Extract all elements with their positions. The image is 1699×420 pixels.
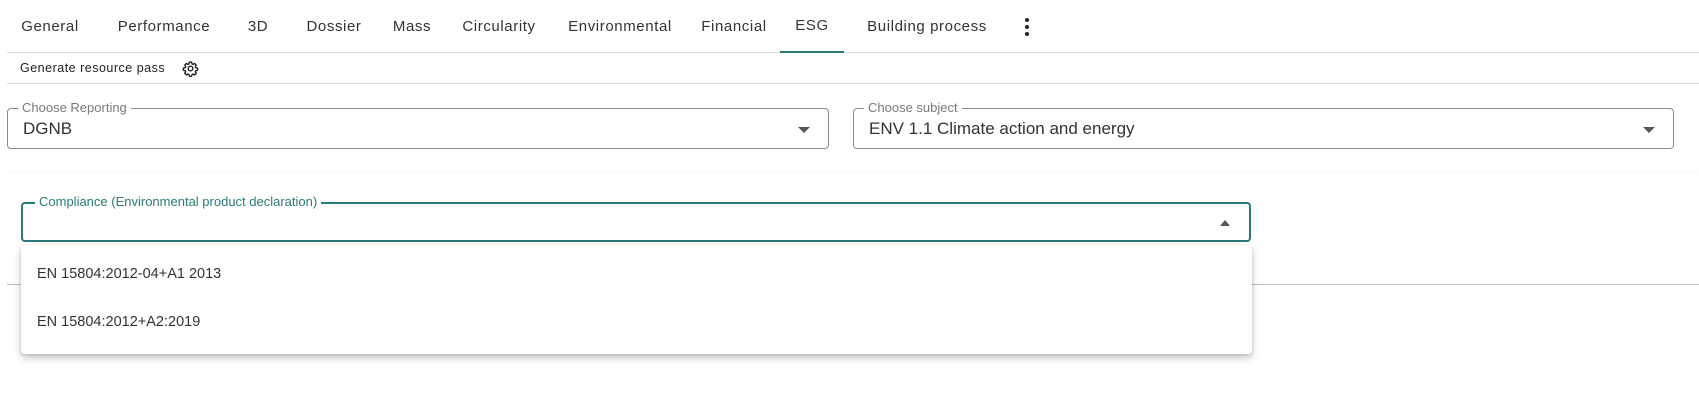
page: General Performance 3D Dossier Mass Circ… — [0, 0, 1699, 420]
tab-3d[interactable]: 3D — [235, 0, 281, 52]
tab-general[interactable]: General — [7, 0, 93, 52]
sub-toolbar: Generate resource pass — [7, 54, 1699, 84]
compliance-select[interactable]: Compliance (Environmental product declar… — [21, 194, 1251, 242]
compliance-options-menu: EN 15804:2012-04+A1 2013 EN 15804:2012+A… — [21, 245, 1252, 354]
tab-environmental[interactable]: Environmental — [557, 0, 683, 52]
tab-financial[interactable]: Financial — [693, 0, 775, 52]
reporting-select-value: DGNB — [23, 119, 73, 138]
dropdown-arrow-up-icon[interactable] — [1220, 220, 1230, 226]
tab-circularity[interactable]: Circularity — [451, 0, 547, 52]
tab-bar: General Performance 3D Dossier Mass Circ… — [7, 0, 1699, 53]
tab-building-process[interactable]: Building process — [854, 0, 1000, 52]
compliance-select-label: Compliance (Environmental product declar… — [35, 194, 322, 210]
tab-esg[interactable]: ESG — [780, 0, 844, 53]
subject-select-value: ENV 1.1 Climate action and energy — [869, 119, 1135, 138]
compliance-option[interactable]: EN 15804:2012-04+A1 2013 — [21, 250, 1252, 298]
tab-performance[interactable]: Performance — [103, 0, 225, 52]
gear-icon[interactable] — [182, 60, 199, 77]
generate-resource-pass-label[interactable]: Generate resource pass — [20, 61, 165, 75]
tab-mass[interactable]: Mass — [383, 0, 441, 52]
compliance-option[interactable]: EN 15804:2012+A2:2019 — [21, 298, 1252, 346]
dropdown-arrow-icon[interactable] — [1643, 127, 1655, 133]
subject-select[interactable]: Choose subject ENV 1.1 Climate action an… — [853, 100, 1674, 149]
tab-dossier[interactable]: Dossier — [294, 0, 374, 52]
more-vert-icon[interactable] — [1017, 16, 1037, 38]
dropdown-arrow-icon[interactable] — [798, 127, 810, 133]
reporting-select[interactable]: Choose Reporting DGNB — [7, 100, 829, 149]
reporting-select-label: Choose Reporting — [18, 100, 131, 116]
subject-select-label: Choose subject — [864, 100, 962, 116]
